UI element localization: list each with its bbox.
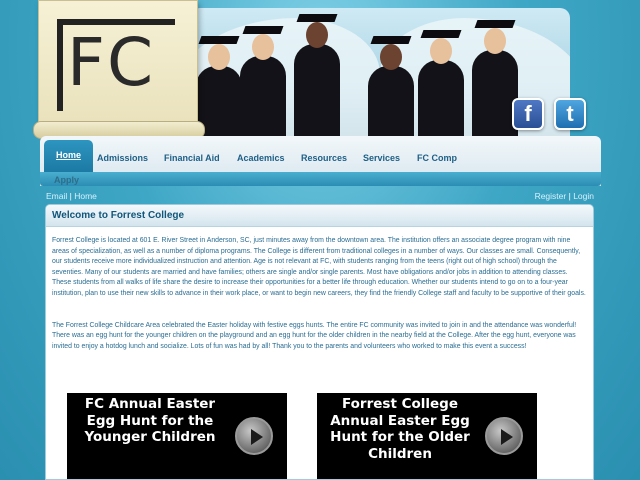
register-link[interactable]: Register — [535, 191, 567, 201]
facebook-icon[interactable]: f — [512, 98, 544, 130]
play-icon[interactable] — [235, 417, 273, 455]
play-icon[interactable] — [485, 417, 523, 455]
nav-home[interactable]: Home — [44, 140, 94, 172]
nav-financial-aid[interactable]: Financial Aid — [164, 144, 220, 172]
video-title: Forrest College Annual Easter Egg Hunt f… — [330, 396, 470, 462]
nav-admissions[interactable]: Admissions — [97, 144, 148, 172]
nav-apply[interactable]: Apply — [54, 175, 79, 185]
video-younger-children[interactable]: FC Annual Easter Egg Hunt for the Younge… — [67, 393, 287, 479]
site-logo: FC — [67, 24, 156, 101]
video-title: FC Annual Easter Egg Hunt for the Younge… — [84, 396, 216, 446]
nav-fc-comp[interactable]: FC Comp — [417, 144, 457, 172]
intro-paragraph: Forrest College is located at 601 E. Riv… — [52, 237, 586, 297]
email-link[interactable]: Email — [46, 191, 67, 201]
home-link[interactable]: Home — [74, 191, 97, 201]
nav-resources[interactable]: Resources — [301, 144, 347, 172]
nav-academics[interactable]: Academics — [237, 144, 285, 172]
main-navigation: Home Admissions Financial Aid Academics … — [40, 136, 601, 186]
easter-paragraph: The Forrest College Childcare Area celeb… — [52, 321, 577, 350]
site-header: FC f t — [0, 0, 640, 140]
nav-services[interactable]: Services — [363, 144, 400, 172]
utility-links-left: Email | Home — [46, 191, 97, 201]
logo-scroll[interactable]: FC — [33, 0, 205, 139]
main-content: Welcome to Forrest College Forrest Colle… — [45, 204, 594, 480]
utility-links-right: Register | Login — [534, 191, 594, 201]
video-older-children[interactable]: Forrest College Annual Easter Egg Hunt f… — [317, 393, 537, 479]
page-title: Welcome to Forrest College — [46, 205, 593, 227]
twitter-icon[interactable]: t — [554, 98, 586, 130]
login-link[interactable]: Login — [573, 191, 594, 201]
